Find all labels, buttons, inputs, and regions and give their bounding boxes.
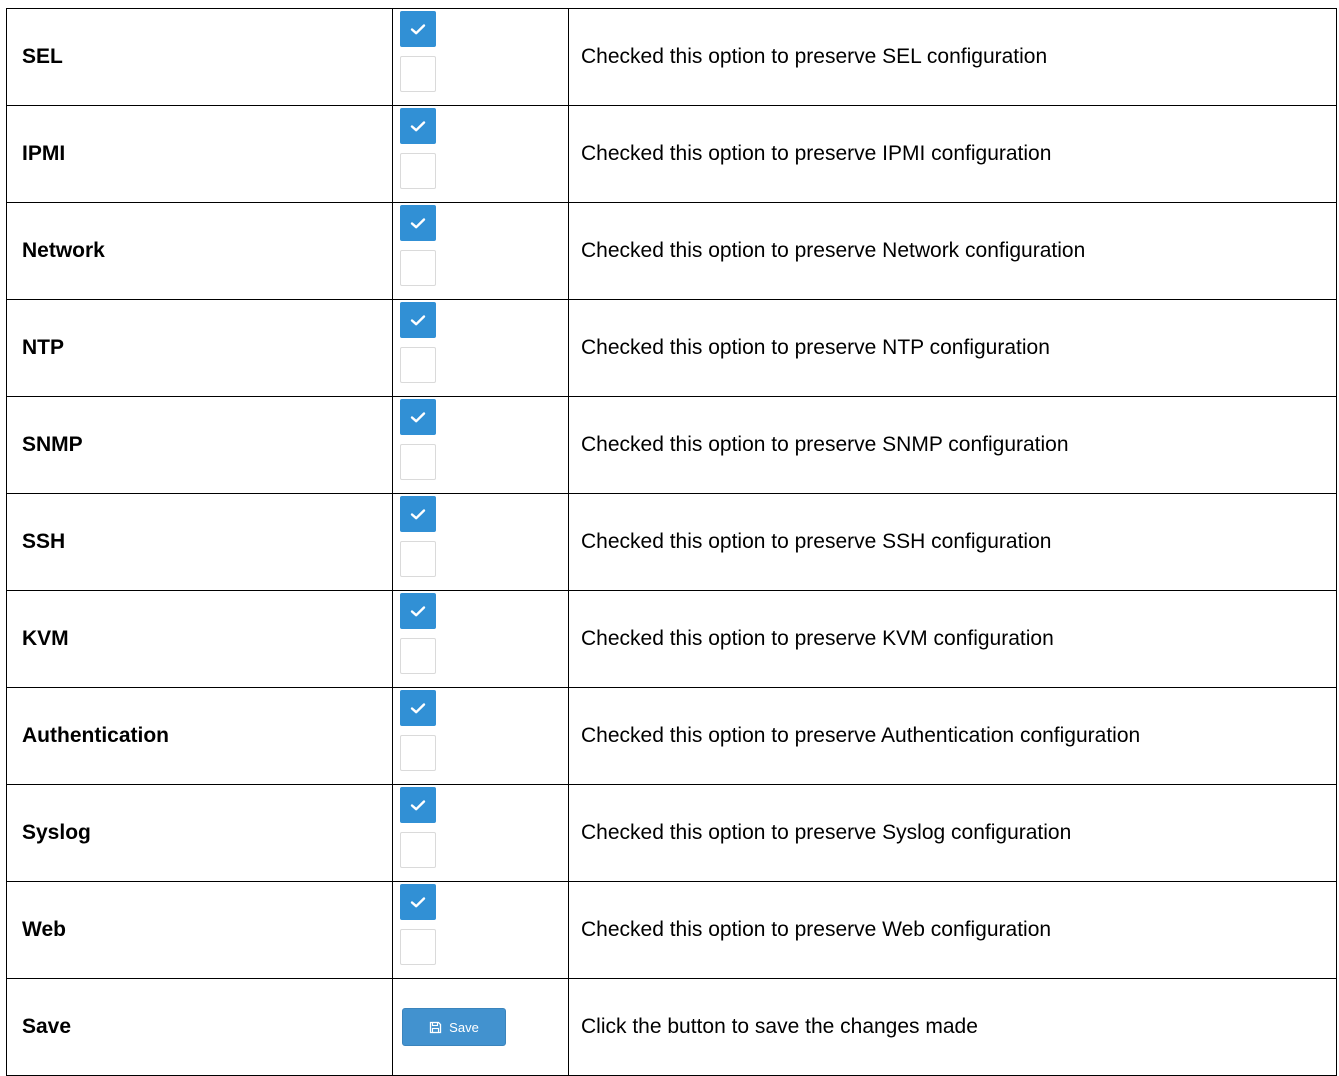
- row-description: Checked this option to preserve Network …: [568, 202, 1337, 300]
- table-row: Authentication Checked this option to pre…: [6, 687, 1337, 785]
- checkmark-icon: [410, 800, 426, 811]
- unchecked-checkbox[interactable]: [400, 56, 436, 92]
- row-label: IPMI: [6, 105, 393, 203]
- table-row: IPMI Checked this option to preserve IPMI…: [6, 105, 1337, 203]
- checked-checkbox[interactable]: [400, 787, 436, 823]
- unchecked-checkbox[interactable]: [400, 735, 436, 771]
- row-description: Checked this option to preserve KVM conf…: [568, 590, 1337, 688]
- table-row: Web Checked this option to preserve Web c…: [6, 881, 1337, 979]
- row-description: Checked this option to preserve Authenti…: [568, 687, 1337, 785]
- row-label: SSH: [6, 493, 393, 591]
- checkbox-cell: [392, 8, 569, 106]
- row-description: Checked this option to preserve NTP conf…: [568, 299, 1337, 397]
- row-label: NTP: [6, 299, 393, 397]
- checked-checkbox[interactable]: [400, 593, 436, 629]
- checkmark-icon: [410, 509, 426, 520]
- row-label: Save: [6, 978, 393, 1076]
- unchecked-checkbox[interactable]: [400, 444, 436, 480]
- unchecked-checkbox[interactable]: [400, 347, 436, 383]
- row-description: Checked this option to preserve Syslog c…: [568, 784, 1337, 882]
- checked-checkbox[interactable]: [400, 108, 436, 144]
- checked-checkbox[interactable]: [400, 11, 436, 47]
- unchecked-checkbox[interactable]: [400, 832, 436, 868]
- row-label: SEL: [6, 8, 393, 106]
- row-description: Checked this option to preserve SEL conf…: [568, 8, 1337, 106]
- unchecked-checkbox[interactable]: [400, 250, 436, 286]
- row-description: Checked this option to preserve IPMI con…: [568, 105, 1337, 203]
- unchecked-checkbox[interactable]: [400, 638, 436, 674]
- table-row: NTP Checked this option to preserve NTP c…: [6, 299, 1337, 397]
- checkmark-icon: [410, 703, 426, 714]
- row-description: Checked this option to preserve Web conf…: [568, 881, 1337, 979]
- checkmark-icon: [410, 315, 426, 326]
- checkbox-cell: [392, 299, 569, 397]
- table-row: SEL Checked this option to preserve SEL c…: [6, 8, 1337, 106]
- checkbox-cell: [392, 784, 569, 882]
- button-cell: Save: [392, 978, 569, 1076]
- save-button[interactable]: Save: [402, 1008, 506, 1046]
- table-row: KVM Checked this option to preserve KVM c…: [6, 590, 1337, 688]
- preserve-configuration-table: SEL Checked this option to preserve SEL c…: [6, 8, 1337, 1076]
- checked-checkbox[interactable]: [400, 205, 436, 241]
- row-label: KVM: [6, 590, 393, 688]
- row-label: Authentication: [6, 687, 393, 785]
- row-label: Web: [6, 881, 393, 979]
- table-row: SNMP Checked this option to preserve SNMP…: [6, 396, 1337, 494]
- floppy-disk-icon: [430, 1021, 442, 1033]
- checked-checkbox[interactable]: [400, 302, 436, 338]
- checked-checkbox[interactable]: [400, 690, 436, 726]
- checkmark-icon: [410, 24, 426, 35]
- row-description: Checked this option to preserve SNMP con…: [568, 396, 1337, 494]
- row-label: Network: [6, 202, 393, 300]
- row-label: SNMP: [6, 396, 393, 494]
- unchecked-checkbox[interactable]: [400, 929, 436, 965]
- save-button-label: Save: [449, 1019, 479, 1035]
- checkbox-cell: [392, 396, 569, 494]
- checkmark-icon: [410, 218, 426, 229]
- table-row-save: Save Save Click the button to save the c…: [6, 978, 1337, 1076]
- checkbox-cell: [392, 881, 569, 979]
- checkmark-icon: [410, 412, 426, 423]
- table-row: SSH Checked this option to preserve SSH c…: [6, 493, 1337, 591]
- unchecked-checkbox[interactable]: [400, 153, 436, 189]
- row-description: Click the button to save the changes mad…: [568, 978, 1337, 1076]
- checkbox-cell: [392, 493, 569, 591]
- table-row: Network Checked this option to preserve N…: [6, 202, 1337, 300]
- checkbox-cell: [392, 687, 569, 785]
- checkmark-icon: [410, 121, 426, 132]
- unchecked-checkbox[interactable]: [400, 541, 436, 577]
- checkbox-cell: [392, 202, 569, 300]
- table-row: Syslog Checked this option to preserve Sy…: [6, 784, 1337, 882]
- row-description: Checked this option to preserve SSH conf…: [568, 493, 1337, 591]
- checkbox-cell: [392, 105, 569, 203]
- checked-checkbox[interactable]: [400, 884, 436, 920]
- checkmark-icon: [410, 606, 426, 617]
- checked-checkbox[interactable]: [400, 399, 436, 435]
- checkmark-icon: [410, 897, 426, 908]
- checked-checkbox[interactable]: [400, 496, 436, 532]
- checkbox-cell: [392, 590, 569, 688]
- row-label: Syslog: [6, 784, 393, 882]
